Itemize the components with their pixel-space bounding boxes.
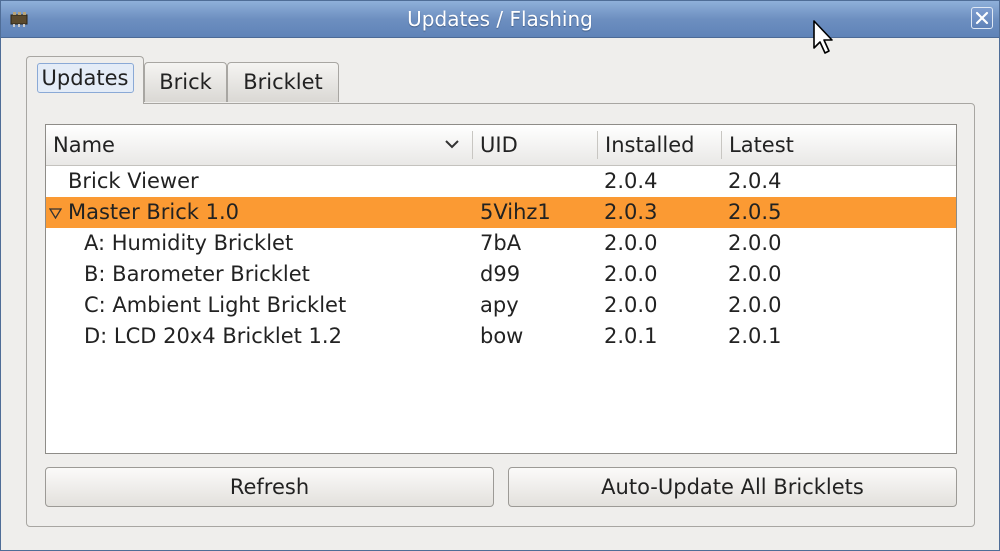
row-name: B: Barometer Bricklet <box>84 262 310 286</box>
row-latest: 2.0.0 <box>728 262 782 286</box>
row-name: Brick Viewer <box>68 169 199 193</box>
refresh-button-label: Refresh <box>229 475 310 499</box>
tree-row-humidity-bricklet[interactable]: A: Humidity Bricklet 7bA 2.0.0 2.0.0 <box>46 228 956 259</box>
row-uid: 7bA <box>480 231 522 255</box>
row-uid: apy <box>480 293 519 317</box>
row-name: Master Brick 1.0 <box>68 200 240 224</box>
tab-bricklet[interactable]: Bricklet <box>227 62 339 102</box>
row-latest: 2.0.1 <box>728 324 782 348</box>
updates-tree-view[interactable]: Name UID Installed Latest Brick Viewer 2… <box>45 124 957 454</box>
tab-bricklet-label: Bricklet <box>243 70 323 94</box>
tree-row-lcd-bricklet[interactable]: D: LCD 20x4 Bricklet 1.2 bow 2.0.1 2.0.1 <box>46 321 956 352</box>
mouse-pointer-icon <box>813 20 833 54</box>
column-header-name-label: Name <box>53 133 115 157</box>
row-installed: 2.0.1 <box>604 324 658 348</box>
row-installed: 2.0.0 <box>604 231 658 255</box>
close-button[interactable] <box>971 7 993 29</box>
chevron-down-icon <box>445 140 459 149</box>
tree-row-barometer-bricklet[interactable]: B: Barometer Bricklet d99 2.0.0 2.0.0 <box>46 259 956 290</box>
row-latest: 2.0.0 <box>728 293 782 317</box>
row-installed: 2.0.4 <box>604 169 658 193</box>
row-name: C: Ambient Light Bricklet <box>84 293 347 317</box>
tab-brick[interactable]: Brick <box>144 62 227 102</box>
auto-update-button-label: Auto-Update All Bricklets <box>601 475 864 499</box>
column-header-installed[interactable]: Installed <box>598 125 721 165</box>
column-header-uid[interactable]: UID <box>473 125 597 165</box>
tree-row-brick-viewer[interactable]: Brick Viewer 2.0.4 2.0.4 <box>46 166 956 197</box>
row-latest: 2.0.5 <box>728 200 782 224</box>
tree-header: Name UID Installed Latest <box>46 125 956 166</box>
auto-update-all-bricklets-button[interactable]: Auto-Update All Bricklets <box>508 467 957 507</box>
row-installed: 2.0.3 <box>604 200 658 224</box>
column-header-latest[interactable]: Latest <box>722 125 956 165</box>
tree-expanded-triangle-icon[interactable] <box>49 208 62 219</box>
column-header-installed-label: Installed <box>605 133 695 157</box>
updates-flashing-window: Updates / Flashing Updates Brick Brickle… <box>0 0 1000 551</box>
window-title: Updates / Flashing <box>407 7 593 31</box>
row-installed: 2.0.0 <box>604 262 658 286</box>
row-latest: 2.0.4 <box>728 169 782 193</box>
tab-updates[interactable]: Updates <box>26 56 144 104</box>
row-uid: d99 <box>480 262 521 286</box>
row-name: D: LCD 20x4 Bricklet 1.2 <box>84 324 342 348</box>
close-icon <box>975 11 989 25</box>
title-bar[interactable]: Updates / Flashing <box>1 1 999 38</box>
tree-row-master-brick[interactable]: Master Brick 1.0 5Vihz1 2.0.3 2.0.5 <box>46 197 956 228</box>
tab-brick-label: Brick <box>159 70 212 94</box>
column-header-name[interactable]: Name <box>46 125 472 165</box>
column-header-latest-label: Latest <box>729 133 794 157</box>
column-header-uid-label: UID <box>480 133 518 157</box>
row-uid: bow <box>480 324 524 348</box>
row-installed: 2.0.0 <box>604 293 658 317</box>
tab-updates-label: Updates <box>36 63 134 93</box>
row-name: A: Humidity Bricklet <box>84 231 294 255</box>
tree-row-ambient-light-bricklet[interactable]: C: Ambient Light Bricklet apy 2.0.0 2.0.… <box>46 290 956 321</box>
refresh-button[interactable]: Refresh <box>45 467 494 507</box>
row-uid: 5Vihz1 <box>480 200 551 224</box>
row-latest: 2.0.0 <box>728 231 782 255</box>
